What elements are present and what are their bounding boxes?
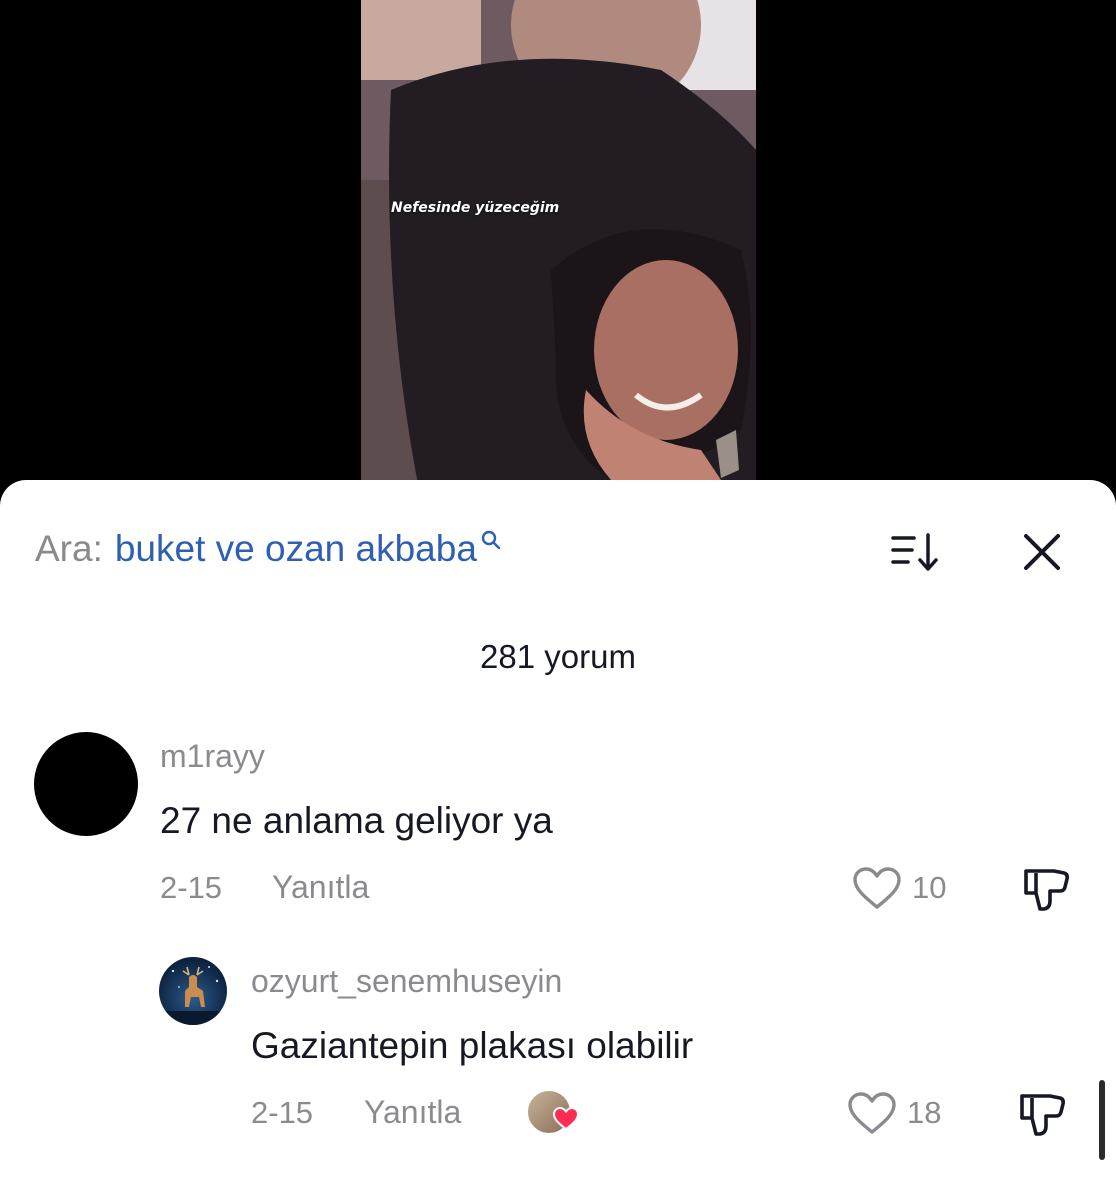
- sort-button[interactable]: [890, 530, 940, 574]
- heart-outline-icon: [848, 1092, 896, 1134]
- comment-date: 2-15: [251, 1095, 314, 1130]
- thumbs-down-icon: [1024, 869, 1069, 911]
- video-area[interactable]: Nefesinde yüzeceğim: [0, 0, 1116, 500]
- search-label: Ara:: [35, 528, 103, 569]
- like-button[interactable]: [847, 1092, 897, 1141]
- like-button[interactable]: [852, 867, 902, 916]
- thumbs-down-icon: [1020, 1094, 1065, 1136]
- scrollbar[interactable]: [1099, 1080, 1105, 1160]
- video-photo: [361, 0, 756, 500]
- like-count: 18: [907, 1095, 942, 1130]
- comment-count: 281 yorum: [480, 638, 636, 675]
- comment-date: 2-15: [160, 870, 223, 905]
- close-button[interactable]: [1020, 530, 1064, 574]
- video-caption: Nefesinde yüzeceğim: [391, 200, 560, 216]
- sort-icon: [891, 533, 938, 571]
- heart-outline-icon: [853, 867, 901, 909]
- deer-avatar-image: [159, 966, 227, 1025]
- comments-sheet: Ara: buket ve ozan akbaba 281 yorum m1ra…: [0, 480, 1116, 1180]
- comment-text[interactable]: Gaziantepin plakası olabilir: [251, 1025, 693, 1067]
- search-term-link[interactable]: buket ve ozan akbaba: [115, 528, 477, 570]
- avatar[interactable]: [34, 732, 138, 836]
- avatar[interactable]: [159, 957, 227, 1025]
- video-frame[interactable]: Nefesinde yüzeceğim: [361, 0, 756, 500]
- heart-filled-icon: [552, 1106, 580, 1136]
- like-count: 10: [912, 870, 947, 905]
- comment-username[interactable]: m1rayy: [160, 738, 265, 775]
- dislike-button[interactable]: [1020, 865, 1072, 918]
- dislike-button[interactable]: [1016, 1090, 1068, 1143]
- comment-username[interactable]: ozyurt_senemhuseyin: [251, 963, 562, 1000]
- search-bar[interactable]: Ara: buket ve ozan akbaba: [35, 524, 503, 574]
- close-icon: [1024, 534, 1060, 570]
- search-icon[interactable]: [479, 519, 503, 561]
- reply-button[interactable]: Yanıtla: [364, 1094, 461, 1131]
- reply-button[interactable]: Yanıtla: [272, 869, 369, 906]
- comment-text[interactable]: 27 ne anlama geliyor ya: [160, 800, 553, 842]
